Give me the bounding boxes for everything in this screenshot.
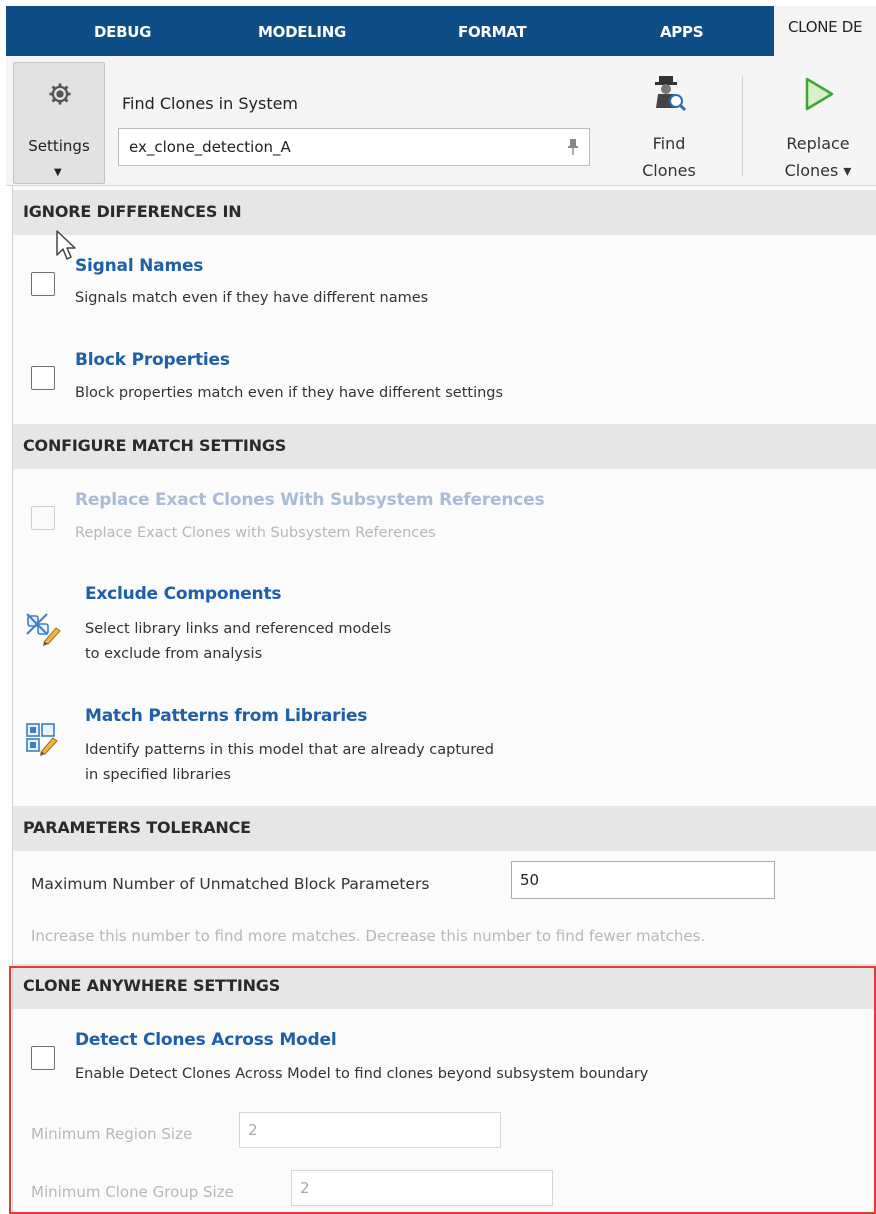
exclude-components-desc-line2: to exclude from analysis: [85, 646, 263, 662]
match-patterns-desc-line2: in specified libraries: [85, 767, 231, 783]
toolstrip-divider: [742, 76, 743, 176]
system-input[interactable]: [119, 129, 559, 165]
signal-names-title[interactable]: Signal Names: [75, 256, 203, 276]
max-unmatched-field[interactable]: [511, 861, 775, 899]
replace-exact-checkbox[interactable]: [31, 506, 55, 530]
mouse-cursor-icon: [56, 230, 76, 260]
block-properties-title[interactable]: Block Properties: [75, 350, 230, 370]
gear-icon: [49, 83, 71, 105]
tolerance-hint: Increase this number to find more matche…: [31, 927, 706, 945]
ribbon-tab-bar: DEBUG MODELING FORMAT APPS: [6, 6, 876, 58]
block-properties-checkbox[interactable]: [31, 366, 55, 390]
settings-label: Settings: [28, 137, 90, 155]
section-header-ignore: IGNORE DIFFERENCES IN: [13, 190, 876, 235]
tab-debug[interactable]: DEBUG: [94, 23, 151, 41]
toolstrip: Settings ▼ Find Clones in System Find Cl…: [6, 56, 876, 186]
pin-icon[interactable]: [567, 138, 579, 156]
replace-clones-label: Replace Clones ▾: [762, 130, 874, 184]
highlight-box: [9, 966, 876, 1214]
max-unmatched-label: Maximum Number of Unmatched Block Parame…: [31, 875, 430, 893]
find-clones-button[interactable]: Find Clones: [624, 74, 714, 182]
chevron-down-icon: ▼: [54, 167, 62, 178]
replace-exact-desc: Replace Exact Clones with Subsystem Refe…: [75, 525, 436, 541]
section-header-match: CONFIGURE MATCH SETTINGS: [13, 424, 876, 469]
section-header-tolerance: PARAMETERS TOLERANCE: [13, 806, 876, 851]
settings-button[interactable]: Settings ▼: [13, 62, 105, 184]
tab-apps[interactable]: APPS: [660, 23, 704, 41]
library-patterns-icon: [26, 723, 58, 756]
find-in-system-label: Find Clones in System: [122, 94, 299, 113]
replace-clones-label-line1: Replace: [786, 134, 850, 153]
exclude-components-title[interactable]: Exclude Components: [85, 584, 282, 604]
match-patterns-title[interactable]: Match Patterns from Libraries: [85, 706, 367, 726]
tab-format[interactable]: FORMAT: [458, 23, 527, 41]
replace-clones-button[interactable]: Replace Clones ▾: [762, 74, 874, 182]
section-title-ignore: IGNORE DIFFERENCES IN: [23, 202, 242, 221]
block-properties-desc: Block properties match even if they have…: [75, 385, 504, 401]
find-clones-label-line1: Find: [652, 134, 686, 153]
exclude-components-icon: [26, 613, 61, 646]
max-unmatched-input[interactable]: [512, 862, 774, 898]
tab-modeling[interactable]: MODELING: [258, 23, 346, 41]
system-field[interactable]: [118, 128, 590, 166]
section-title-match: CONFIGURE MATCH SETTINGS: [23, 436, 287, 455]
find-clones-label-line2: Clones: [642, 161, 696, 180]
find-clones-label: Find Clones: [624, 130, 714, 184]
signal-names-desc: Signals match even if they have differen…: [75, 290, 429, 306]
replace-clones-label-line2: Clones ▾: [784, 161, 852, 180]
replace-exact-title: Replace Exact Clones With Subsystem Refe…: [75, 490, 545, 510]
tab-clone-detection[interactable]: CLONE DE: [774, 6, 876, 56]
exclude-components-desc-line1: Select library links and referenced mode…: [85, 621, 392, 637]
tab-clone-detection-label: CLONE DE: [788, 18, 863, 36]
play-icon: [805, 77, 834, 111]
signal-names-checkbox[interactable]: [31, 272, 55, 296]
find-clones-icon: [655, 76, 687, 112]
match-patterns-desc-line1: Identify patterns in this model that are…: [85, 742, 495, 758]
section-title-tolerance: PARAMETERS TOLERANCE: [23, 818, 251, 837]
